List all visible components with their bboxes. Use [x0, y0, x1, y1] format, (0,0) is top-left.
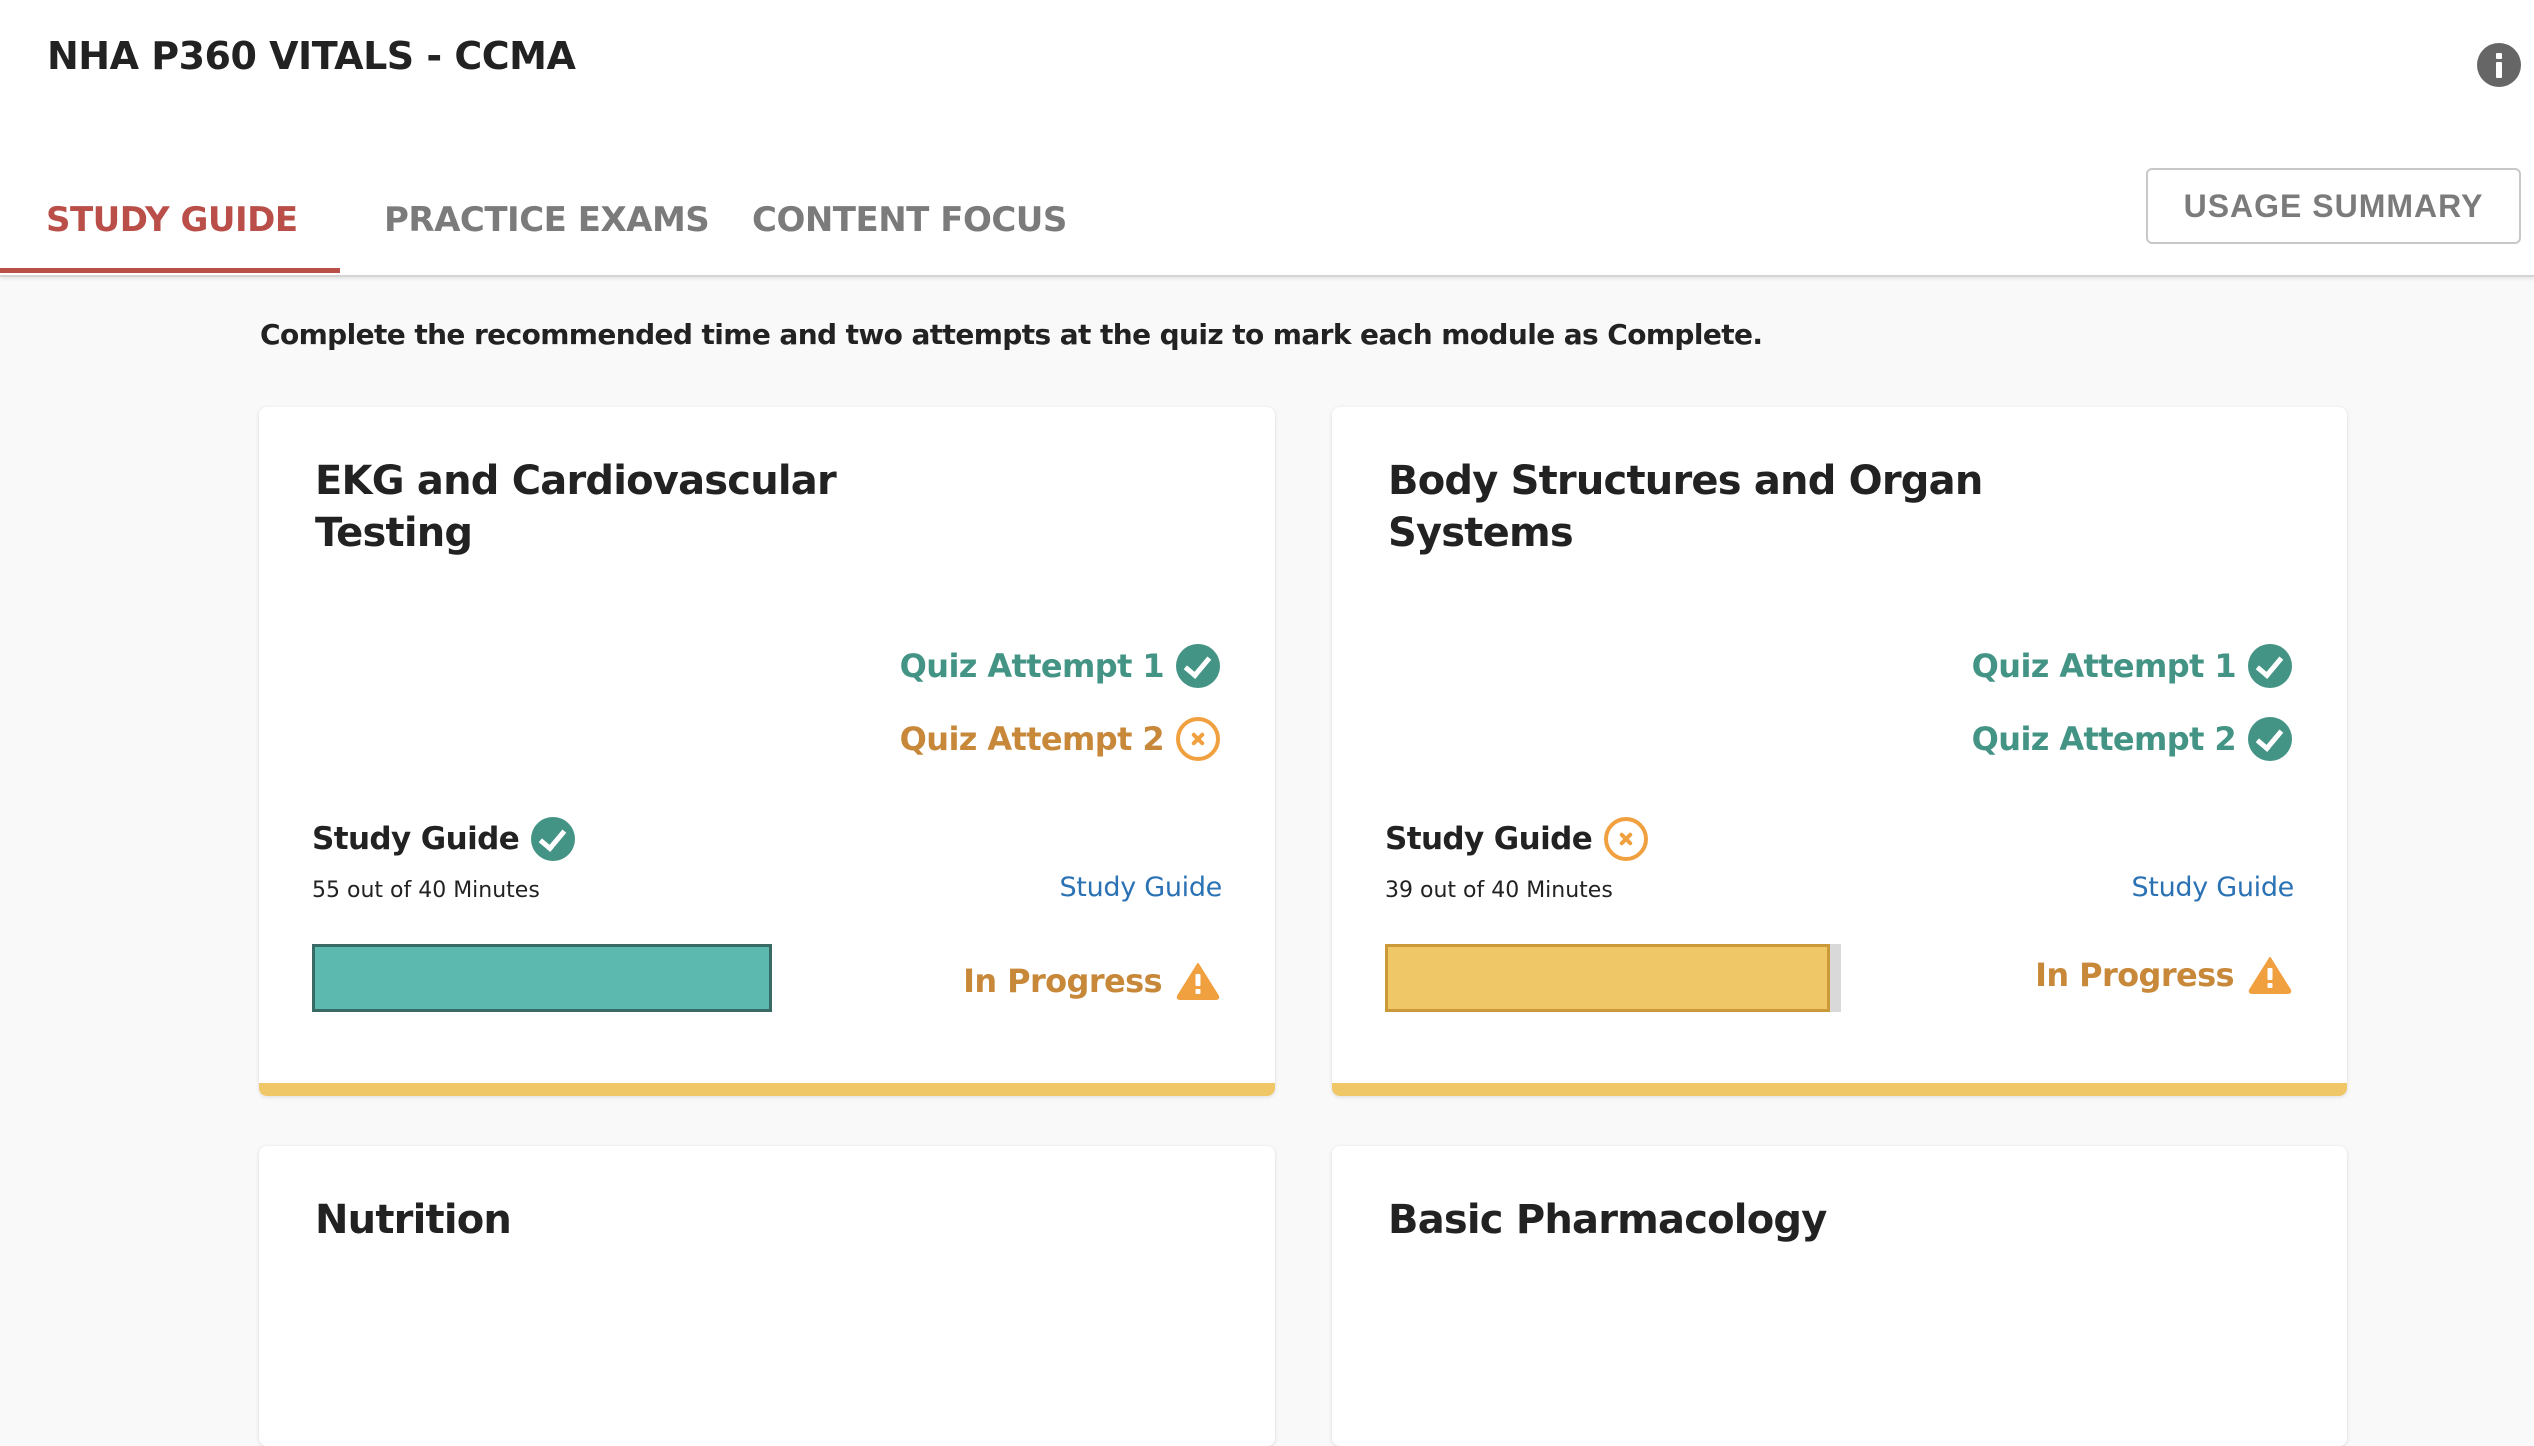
module-card: Body Structures and Organ Systems Quiz A… [1332, 407, 2347, 1096]
quiz-attempt-label: Quiz Attempt 2 [1971, 720, 2237, 758]
quiz-attempt-2: Quiz Attempt 2 [1972, 716, 2292, 762]
check-circle-icon [2248, 717, 2292, 761]
module-title: Basic Pharmacology [1388, 1197, 1827, 1243]
quiz-attempt-label: Quiz Attempt 1 [1971, 647, 2237, 685]
instructions-text: Complete the recommended time and two at… [260, 318, 1763, 351]
check-circle-icon [531, 817, 576, 861]
active-tab-indicator [0, 268, 340, 273]
info-icon[interactable] [2477, 43, 2521, 87]
module-card: EKG and Cardiovascular Testing Quiz Atte… [259, 407, 1275, 1096]
time-progress-fill [312, 944, 772, 1012]
quiz-attempt-1: Quiz Attempt 1 [1972, 643, 2292, 689]
tab-practice-exams[interactable]: PRACTICE EXAMS [384, 200, 710, 275]
minutes-progress-text: 39 out of 40 Minutes [1385, 878, 1613, 903]
time-progress-bar [312, 944, 772, 1012]
quiz-attempt-2: Quiz Attempt 2 [900, 716, 1220, 762]
page-header: NHA P360 VITALS - CCMA STUDY GUIDE PRACT… [0, 0, 2534, 277]
study-guide-status: Study Guide [1385, 816, 1649, 862]
module-title: EKG and Cardiovascular Testing [315, 458, 837, 556]
study-guide-status: Study Guide [312, 816, 576, 862]
study-guide-link[interactable]: Study Guide [1059, 872, 1222, 903]
module-status-label: In Progress [963, 962, 1163, 1000]
time-progress-fill [1385, 944, 1830, 1012]
module-status-label: In Progress [2035, 956, 2235, 994]
app-title: NHA P360 VITALS - CCMA [47, 34, 576, 78]
study-guide-label: Study Guide [1385, 821, 1593, 857]
status-band [1332, 1083, 2347, 1096]
module-status: In Progress [2035, 956, 2292, 994]
module-card: Nutrition [259, 1146, 1275, 1446]
module-status: In Progress [963, 962, 1220, 1000]
quiz-attempt-label: Quiz Attempt 1 [899, 647, 1165, 685]
x-circle-icon [1604, 817, 1649, 861]
warning-icon [2248, 956, 2292, 994]
tab-content-focus[interactable]: CONTENT FOCUS [752, 200, 1067, 275]
quiz-attempt-label: Quiz Attempt 2 [899, 720, 1165, 758]
usage-summary-button[interactable]: USAGE SUMMARY [2146, 168, 2521, 244]
warning-icon [1176, 962, 1220, 1000]
study-guide-label: Study Guide [312, 821, 520, 857]
module-title: Nutrition [315, 1197, 512, 1243]
module-title: Body Structures and Organ Systems [1388, 458, 1983, 556]
check-circle-icon [1176, 644, 1220, 688]
minutes-progress-text: 55 out of 40 Minutes [312, 878, 540, 903]
tab-study-guide[interactable]: STUDY GUIDE [46, 200, 298, 275]
time-progress-bar [1385, 944, 1841, 1012]
check-circle-icon [2248, 644, 2292, 688]
x-circle-icon [1176, 717, 1220, 761]
status-band [259, 1083, 1275, 1096]
module-card: Basic Pharmacology [1332, 1146, 2347, 1446]
study-guide-link[interactable]: Study Guide [2131, 872, 2294, 903]
quiz-attempt-1: Quiz Attempt 1 [900, 643, 1220, 689]
